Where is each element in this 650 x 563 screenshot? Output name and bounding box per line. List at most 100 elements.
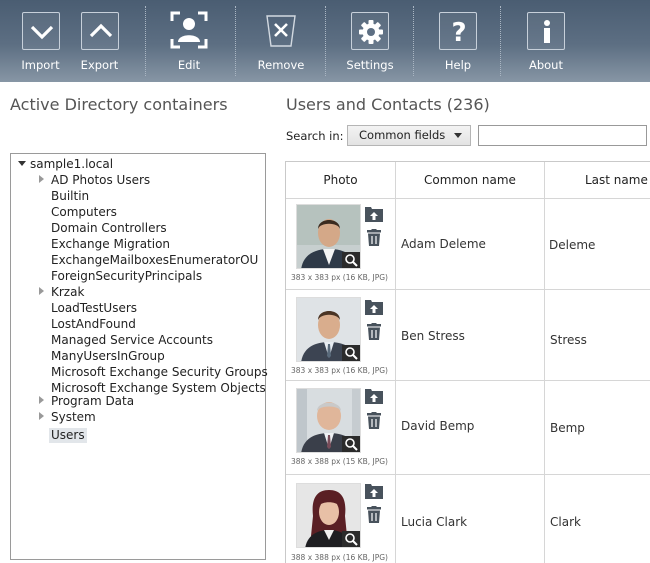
- photo-cell: 383 x 383 px (16 KB, JPG): [286, 290, 396, 380]
- magnify-icon[interactable]: [342, 531, 360, 547]
- expand-arrow-icon[interactable]: [39, 396, 44, 404]
- photo-cell: 388 x 388 px (15 KB, JPG): [286, 381, 396, 474]
- tree-item-load-test-users[interactable]: LoadTestUsers: [51, 301, 137, 316]
- search-scope-value: Common fields: [359, 128, 446, 142]
- close-icon: [263, 11, 299, 51]
- users-grid: Photo Common name Last name 383 x 383 px…: [285, 161, 650, 563]
- common-name: David Bemp: [401, 419, 475, 433]
- help-label: Help: [444, 58, 472, 72]
- magnify-icon[interactable]: [342, 252, 360, 268]
- common-name-cell: Adam Deleme: [396, 199, 545, 289]
- question-icon: ?: [439, 12, 477, 50]
- expand-arrow-icon[interactable]: [39, 175, 44, 183]
- photo-cell: 383 x 383 px (16 KB, JPG): [286, 199, 396, 289]
- common-name-cell: Lucia Clark: [396, 475, 545, 563]
- table-row[interactable]: 383 x 383 px (16 KB, JPG) Adam Deleme De…: [286, 199, 650, 290]
- last-name-cell: Stress: [545, 290, 650, 380]
- user-photo[interactable]: [296, 483, 361, 548]
- last-name: Stress: [550, 333, 587, 347]
- tree-item-program-data[interactable]: Program Data: [51, 394, 134, 409]
- tree-item-exchange-security-groups[interactable]: Microsoft Exchange Security Groups: [51, 365, 268, 380]
- table-row[interactable]: 388 x 388 px (16 KB, JPG) Lucia Clark Cl…: [286, 475, 650, 563]
- tree-item-ad-photos-users[interactable]: AD Photos Users: [51, 173, 150, 188]
- photo-cell: 388 x 388 px (16 KB, JPG): [286, 475, 396, 563]
- last-name-cell: Deleme: [545, 199, 650, 289]
- toolbar-separator: [413, 6, 414, 76]
- search-input[interactable]: [478, 125, 647, 146]
- collapse-arrow-icon[interactable]: [18, 161, 26, 166]
- search-label: Search in:: [286, 129, 344, 143]
- edit-button[interactable]: Edit: [166, 0, 212, 82]
- edit-user-icon: [168, 9, 210, 51]
- upload-photo-icon[interactable]: [364, 205, 384, 223]
- tree-item-lost-and-found[interactable]: LostAndFound: [51, 317, 136, 332]
- tree-item-exchange-migration[interactable]: Exchange Migration: [51, 237, 170, 252]
- remove-button[interactable]: Remove: [255, 0, 307, 82]
- edit-label: Edit: [177, 58, 201, 72]
- column-header-photo[interactable]: Photo: [286, 162, 396, 199]
- expand-arrow-icon[interactable]: [39, 287, 44, 295]
- settings-button[interactable]: Settings: [345, 0, 395, 82]
- upload-photo-icon[interactable]: [364, 387, 384, 405]
- import-label: Import: [21, 58, 60, 72]
- upload-photo-icon[interactable]: [364, 482, 384, 500]
- photo-caption: 383 x 383 px (16 KB, JPG): [291, 273, 388, 282]
- user-photo[interactable]: [296, 297, 361, 362]
- search-scope-dropdown[interactable]: Common fields: [347, 125, 471, 146]
- photo-caption: 388 x 388 px (16 KB, JPG): [291, 553, 388, 562]
- delete-photo-icon[interactable]: [364, 229, 384, 247]
- delete-photo-icon[interactable]: [364, 412, 384, 430]
- upload-photo-icon[interactable]: [364, 298, 384, 316]
- tree-item-foreign-security-principals[interactable]: ForeignSecurityPrincipals: [51, 269, 202, 284]
- chevron-up-icon: [80, 12, 119, 50]
- toolbar-separator: [145, 6, 146, 76]
- column-header-common-name[interactable]: Common name: [396, 162, 545, 199]
- photo-caption: 388 x 388 px (15 KB, JPG): [291, 457, 388, 466]
- magnify-icon[interactable]: [342, 345, 360, 361]
- common-name-cell: Ben Stress: [396, 290, 545, 380]
- user-photo[interactable]: [296, 204, 361, 269]
- toolbar-separator: [235, 6, 236, 76]
- tree-item-domain-controllers[interactable]: Domain Controllers: [51, 221, 167, 236]
- delete-photo-icon[interactable]: [364, 506, 384, 524]
- column-header-last-name[interactable]: Last name: [545, 162, 650, 199]
- last-name: Clark: [550, 515, 581, 529]
- tree-item-users[interactable]: Users: [49, 428, 87, 443]
- import-button[interactable]: Import: [18, 0, 63, 82]
- table-row[interactable]: 383 x 383 px (16 KB, JPG) Ben Stress Str…: [286, 290, 650, 381]
- magnify-icon[interactable]: [342, 436, 360, 452]
- table-row[interactable]: 388 x 388 px (15 KB, JPG) David Bemp Bem…: [286, 381, 650, 475]
- about-button[interactable]: About: [524, 0, 568, 82]
- tree-item-computers[interactable]: Computers: [51, 205, 117, 220]
- tree-item-exchange-mailboxes-enumerator[interactable]: ExchangeMailboxesEnumeratorOU: [51, 253, 258, 268]
- export-label: Export: [80, 58, 119, 72]
- common-name: Adam Deleme: [401, 237, 486, 251]
- gear-icon: [351, 12, 389, 50]
- container-tree: sample1.local AD Photos Users Builtin Co…: [10, 153, 268, 560]
- tree-item-many-users-in-group[interactable]: ManyUsersInGroup: [51, 349, 165, 364]
- about-label: About: [528, 58, 563, 72]
- expand-arrow-icon[interactable]: [39, 412, 44, 420]
- tree-item-builtin[interactable]: Builtin: [51, 189, 89, 204]
- info-icon: [527, 12, 565, 50]
- export-button[interactable]: Export: [77, 0, 122, 82]
- toolbar-separator: [500, 6, 501, 76]
- toolbar-separator: [325, 6, 326, 76]
- photo-caption: 383 x 383 px (16 KB, JPG): [291, 366, 388, 375]
- chevron-down-icon: [21, 12, 60, 50]
- caret-down-icon: [454, 133, 462, 138]
- tree-item-managed-service-accounts[interactable]: Managed Service Accounts: [51, 333, 213, 348]
- delete-photo-icon[interactable]: [364, 323, 384, 341]
- tree-item-system[interactable]: System: [51, 410, 96, 425]
- tree-root[interactable]: sample1.local: [30, 157, 113, 172]
- toolbar: Import Export Edit Remove Settings ? Hel…: [0, 0, 650, 82]
- last-name-cell: Clark: [545, 475, 650, 563]
- common-name-cell: David Bemp: [396, 381, 545, 474]
- containers-title: Active Directory containers: [10, 95, 228, 114]
- user-photo[interactable]: [296, 388, 361, 453]
- remove-label: Remove: [257, 58, 305, 72]
- help-button[interactable]: ? Help: [436, 0, 480, 82]
- last-name: Bemp: [550, 421, 585, 435]
- tree-item-krzak[interactable]: Krzak: [51, 285, 84, 300]
- last-name-cell: Bemp: [545, 381, 650, 474]
